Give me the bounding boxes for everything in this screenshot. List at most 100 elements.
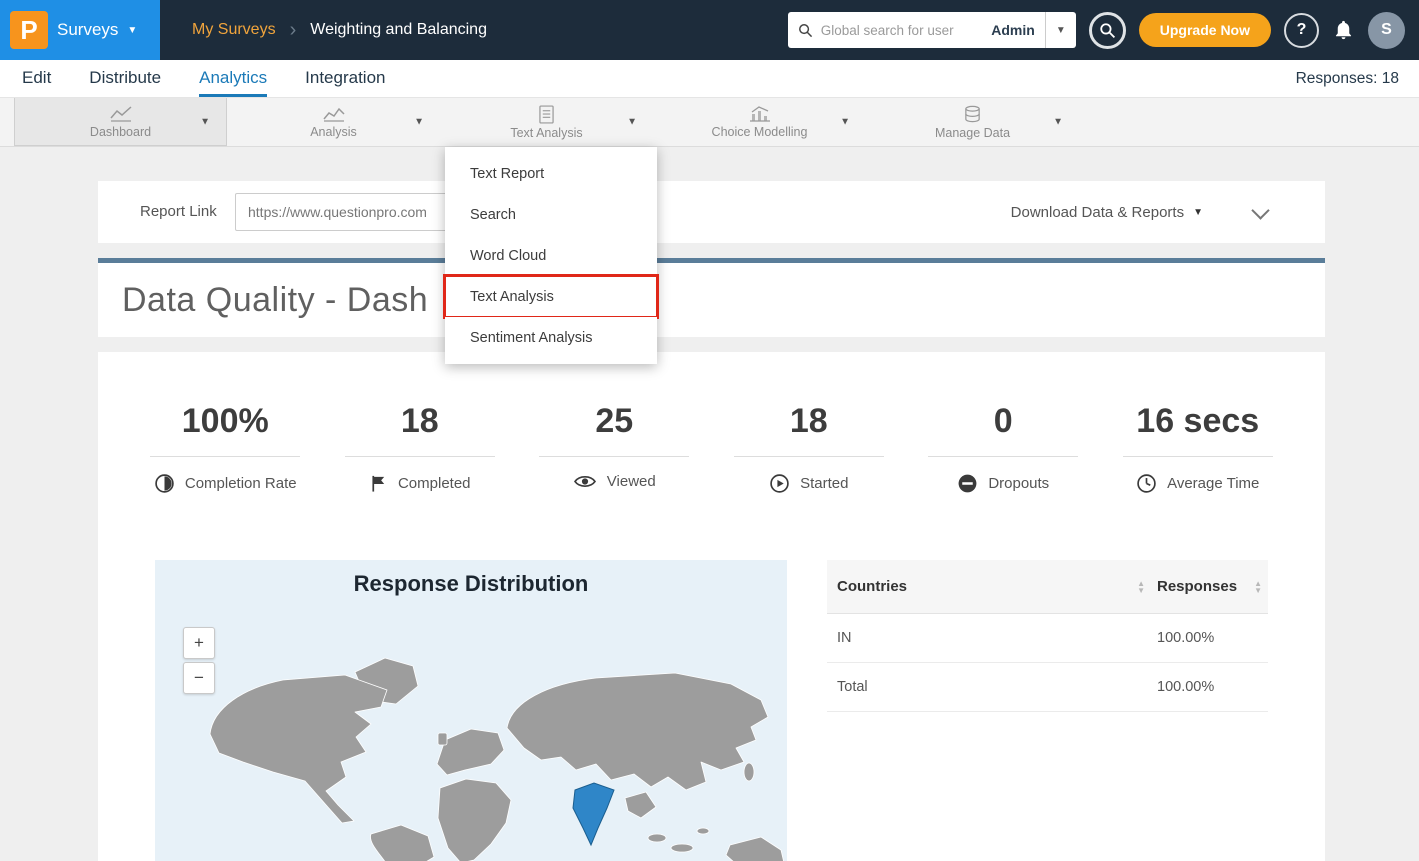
map-north-america [210,675,387,823]
stat-value: 100% [182,402,269,441]
download-data-reports-dropdown[interactable]: Download Data & Reports ▼ [1011,181,1203,243]
tab-edit[interactable]: Edit [22,60,51,97]
minus-circle-icon [957,473,978,494]
toolbar-item-dashboard[interactable]: Dashboard ▼ [14,98,227,146]
stat-label: Started [800,475,848,492]
stat-value: 16 secs [1136,402,1259,441]
play-circle-icon [769,473,790,494]
sort-icon[interactable]: ▲▼ [1254,580,1262,594]
stat-completion-rate: 100% Completion Rate [128,402,323,494]
survey-nav-tabs: Edit Distribute Analytics Integration Re… [0,60,1419,98]
line-chart-icon [109,105,133,123]
questionpro-logo: P [10,11,48,49]
global-search: Admin ▼ [788,12,1076,48]
stat-started: 18 Started [712,402,907,494]
stat-viewed: 25 Viewed [517,402,712,494]
product-label: Surveys [57,20,118,40]
menu-item-search[interactable]: Search [445,194,657,235]
chevron-down-icon[interactable]: ▼ [840,117,850,128]
eye-icon [573,473,597,490]
table-row: IN 100.00% [827,614,1268,663]
countries-table: Countries ▲▼ Responses ▲▼ IN 100.00% Tot… [827,560,1268,712]
toolbar-item-label: Dashboard [90,125,151,139]
report-link-label: Report Link [140,203,217,220]
breadcrumb-my-surveys[interactable]: My Surveys [192,21,276,39]
countries-header: Countries [837,578,907,595]
report-link-card: Report Link Download Data & Reports ▼ [98,181,1325,243]
stat-average-time: 16 secs Average Time [1101,402,1296,494]
table-header-row: Countries ▲▼ Responses ▲▼ [827,560,1268,614]
toolbar-item-label: Manage Data [935,126,1010,140]
search-scope-label: Admin [981,22,1045,38]
flag-icon [369,473,388,494]
surveys-product-menu[interactable]: P Surveys ▼ [0,0,160,60]
tab-analytics[interactable]: Analytics [199,60,267,97]
map-india-highlighted [573,783,614,845]
map-africa [438,779,511,861]
collapse-chevron-icon[interactable] [1251,201,1269,219]
dashboard-card: 100% Completion Rate 18 Completed 25 Vie… [98,352,1325,861]
chevron-down-icon[interactable]: ▼ [627,117,637,128]
sort-icon[interactable]: ▲▼ [1137,580,1145,594]
completion-gauge-icon [154,473,175,494]
stat-value: 0 [994,402,1013,441]
upgrade-now-button[interactable]: Upgrade Now [1139,13,1271,47]
menu-item-word-cloud[interactable]: Word Cloud [445,235,657,276]
menu-item-text-report[interactable]: Text Report [445,153,657,194]
divider [928,456,1078,457]
download-label: Download Data & Reports [1011,204,1184,221]
toolbar-item-label: Text Analysis [510,126,582,140]
help-button[interactable]: ? [1284,13,1319,48]
map-island [648,834,666,842]
page-title: Data Quality - Dash [122,281,428,320]
line-chart-icon [322,105,346,123]
stat-label: Dropouts [988,475,1049,492]
stat-label: Completion Rate [185,475,297,492]
tab-distribute[interactable]: Distribute [89,60,161,97]
chevron-down-icon[interactable]: ▼ [414,117,424,128]
menu-item-sentiment-analysis[interactable]: Sentiment Analysis [445,317,657,358]
stat-completed: 18 Completed [323,402,518,494]
toolbar-item-text-analysis[interactable]: Text Analysis ▼ [440,98,653,146]
user-avatar[interactable]: S [1368,12,1405,49]
breadcrumb-separator-icon: › [290,19,297,42]
divider [539,456,689,457]
toolbar-item-choice-modelling[interactable]: Choice Modelling ▼ [653,98,866,146]
top-bar: P Surveys ▼ My Surveys › Weighting and B… [0,0,1419,60]
divider [1123,456,1273,457]
search-icon [798,23,813,38]
breadcrumb-survey-name: Weighting and Balancing [310,21,487,39]
map-australia [726,837,784,861]
responses-cell: 100.00% [1157,630,1214,646]
map-title: Response Distribution [155,571,787,597]
search-button[interactable] [1089,12,1126,49]
stats-row: 100% Completion Rate 18 Completed 25 Vie… [128,402,1295,494]
responses-header: Responses [1157,578,1237,595]
map-island [671,844,693,852]
clock-icon [1136,473,1157,494]
bar-chart-icon [748,105,772,123]
title-card: Data Quality - Dash [98,263,1325,337]
divider [734,456,884,457]
chevron-down-icon[interactable]: ▼ [1053,117,1063,128]
map-se-asia [625,792,656,818]
notifications-bell-icon[interactable] [1332,19,1355,42]
country-cell: IN [837,630,852,646]
search-input[interactable] [821,23,981,38]
tab-integration[interactable]: Integration [305,60,385,97]
toolbar-item-manage-data[interactable]: Manage Data ▼ [866,98,1079,146]
response-distribution-map-card: Response Distribution + − [155,560,787,861]
map-japan [744,763,754,781]
topbar-actions: Admin ▼ Upgrade Now ? S [788,12,1419,49]
stat-label: Viewed [607,473,656,490]
search-scope-dropdown[interactable]: ▼ [1046,25,1076,36]
world-map[interactable] [155,612,787,861]
menu-item-text-analysis[interactable]: Text Analysis [445,276,657,317]
responses-count: Responses: 18 [1296,60,1399,98]
chevron-down-icon[interactable]: ▼ [200,116,210,127]
stat-label: Completed [398,475,471,492]
toolbar-item-analysis[interactable]: Analysis ▼ [227,98,440,146]
map-uk [438,733,447,745]
toolbar-item-label: Choice Modelling [712,125,808,139]
country-cell: Total [837,679,868,695]
